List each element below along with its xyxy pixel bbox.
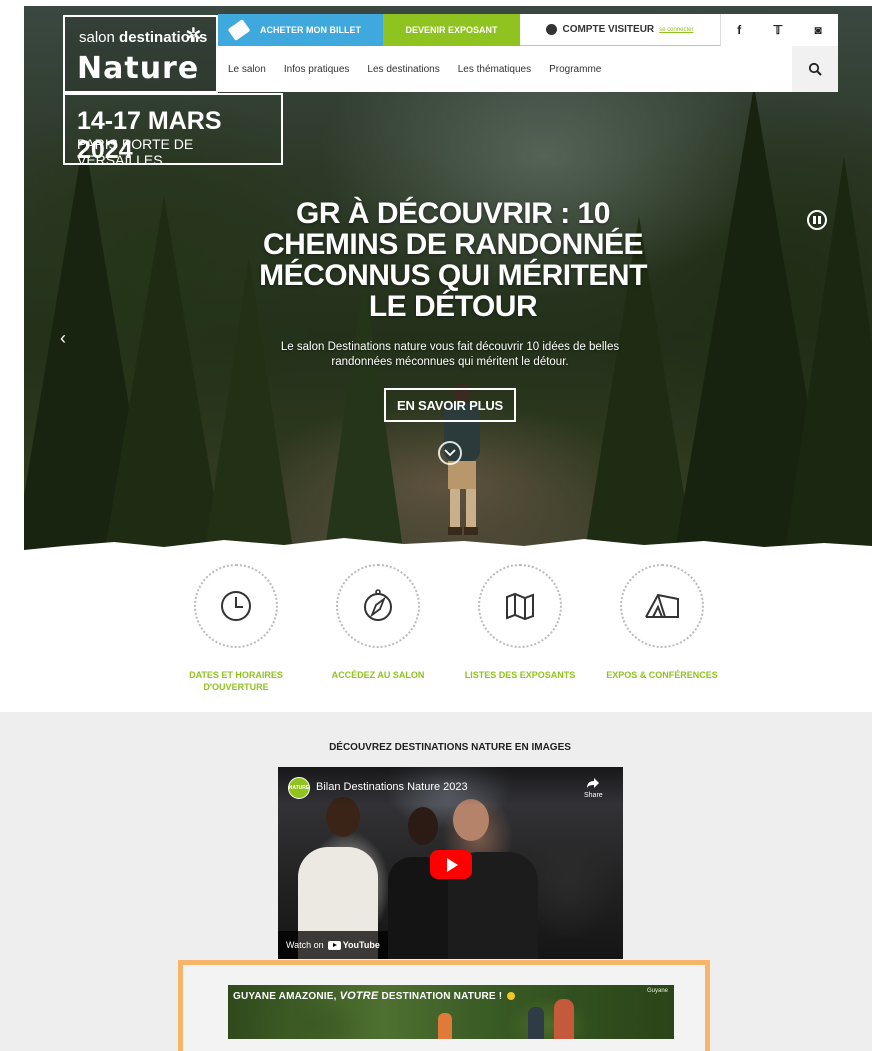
- video-player[interactable]: NATURE Bilan Destinations Nature 2023 Sh…: [278, 767, 623, 959]
- facebook-icon[interactable]: f: [737, 23, 741, 37]
- ticket-icon: [227, 19, 251, 41]
- slider-prev-icon[interactable]: ‹: [60, 328, 66, 349]
- quick-link-exhibitors[interactable]: LISTES DES EXPOSANTS: [450, 560, 590, 681]
- compass-icon: [364, 589, 392, 621]
- visitor-account-label: COMPTE VISITEUR: [562, 24, 655, 35]
- event-venue: PARIS PORTE DE VERSAILLES: [77, 136, 194, 168]
- ad-person: [528, 1007, 544, 1039]
- social-links: f 𝕋 ◙: [720, 14, 838, 46]
- twitter-icon[interactable]: 𝕋: [774, 23, 783, 37]
- quick-link-label: DATES ET HORAIRES D'OUVERTURE: [189, 670, 283, 692]
- torn-paper-edge: [0, 712, 872, 730]
- video-frame-person: [408, 807, 438, 845]
- nav-item-le-salon[interactable]: Le salon: [228, 64, 266, 75]
- quick-link-circle: [478, 564, 562, 648]
- quick-links: DATES ET HORAIRES D'OUVERTURE ACCÉDEZ AU…: [160, 560, 720, 700]
- channel-avatar[interactable]: NATURE: [288, 777, 310, 799]
- ad-person: [554, 999, 574, 1039]
- slider-pause-button[interactable]: [807, 210, 827, 230]
- torn-paper-edge: [24, 538, 872, 556]
- instagram-icon[interactable]: ◙: [815, 23, 822, 37]
- logo-text: salon destinations: [79, 29, 208, 46]
- search-button[interactable]: [792, 46, 838, 92]
- nav-item-thematiques[interactable]: Les thématiques: [458, 64, 531, 75]
- youtube-logo: YouTube: [327, 940, 380, 950]
- hero-description: Le salon Destinations nature vous fait d…: [280, 341, 620, 368]
- share-icon: [587, 778, 600, 788]
- top-bar: ACHETER MON BILLET DEVENIR EXPOSANT COMP…: [218, 14, 838, 46]
- ad-person: [438, 1013, 452, 1039]
- play-icon: [447, 857, 458, 872]
- play-button[interactable]: [430, 850, 472, 879]
- tent-icon: [645, 593, 679, 618]
- clock-icon: [221, 591, 251, 621]
- video-title[interactable]: Bilan Destinations Nature 2023: [316, 781, 468, 793]
- visitor-account-button[interactable]: COMPTE VISITEUR se connecter: [520, 14, 720, 46]
- map-icon: [506, 592, 534, 621]
- pause-icon: [818, 216, 821, 224]
- user-icon: [546, 24, 558, 35]
- share-button[interactable]: Share: [584, 777, 603, 799]
- sun-icon: [507, 992, 516, 1001]
- search-icon: [808, 62, 822, 76]
- quick-link-label: LISTES DES EXPOSANTS: [464, 670, 576, 680]
- become-exhibitor-label: DEVENIR EXPOSANT: [405, 25, 498, 35]
- nav-item-infos-pratiques[interactable]: Infos pratiques: [284, 64, 350, 75]
- ad-banner[interactable]: GUYANE AMAZONIE, VOTRE DESTINATION NATUR…: [228, 985, 674, 1039]
- buy-ticket-label: ACHETER MON BILLET: [260, 25, 361, 35]
- logo-main-text: Nature: [77, 51, 200, 86]
- main-nav: Le salon Infos pratiques Les destination…: [218, 46, 838, 92]
- share-label: Share: [584, 792, 603, 799]
- buy-ticket-button[interactable]: ACHETER MON BILLET: [218, 14, 383, 46]
- youtube-icon: [327, 940, 341, 950]
- quick-link-access[interactable]: ACCÉDEZ AU SALON: [308, 560, 448, 681]
- become-exhibitor-button[interactable]: DEVENIR EXPOSANT: [383, 14, 520, 46]
- quick-link-expos[interactable]: EXPOS & CONFÉRENCES: [592, 560, 732, 681]
- quick-link-circle: [336, 564, 420, 648]
- nav-item-programme[interactable]: Programme: [549, 64, 601, 75]
- pause-icon: [813, 216, 816, 224]
- watch-on-label: Watch on: [286, 940, 324, 950]
- guyane-logo: Guyane: [646, 988, 668, 994]
- scroll-down-button[interactable]: [438, 441, 462, 465]
- section-title: DÉCOUVREZ DESTINATIONS NATURE EN IMAGES: [329, 742, 571, 753]
- quick-link-label: EXPOS & CONFÉRENCES: [606, 670, 718, 680]
- learn-more-button[interactable]: EN SAVOIR PLUS: [384, 388, 516, 422]
- quick-link-circle: [620, 564, 704, 648]
- event-dates-badge: 14-17 MARS 2024 PARIS PORTE DE VERSAILLE…: [63, 93, 283, 168]
- quick-link-circle: [194, 564, 278, 648]
- watch-on-youtube-button[interactable]: Watch on YouTube: [278, 931, 388, 959]
- site-logo[interactable]: ✲ salon destinations Nature: [63, 15, 218, 93]
- quick-link-dates[interactable]: DATES ET HORAIRES D'OUVERTURE: [166, 560, 306, 693]
- hero-title: GR À DÉCOUVRIR : 10 CHEMINS DE RANDONNÉE…: [259, 197, 647, 323]
- video-frame-person: [453, 799, 489, 841]
- ad-headline: GUYANE AMAZONIE, VOTRE DESTINATION NATUR…: [233, 990, 516, 1002]
- login-link[interactable]: se connecter: [659, 27, 693, 33]
- chevron-down-icon: [444, 449, 456, 457]
- nav-item-destinations[interactable]: Les destinations: [367, 64, 439, 75]
- quick-link-label: ACCÉDEZ AU SALON: [331, 670, 425, 680]
